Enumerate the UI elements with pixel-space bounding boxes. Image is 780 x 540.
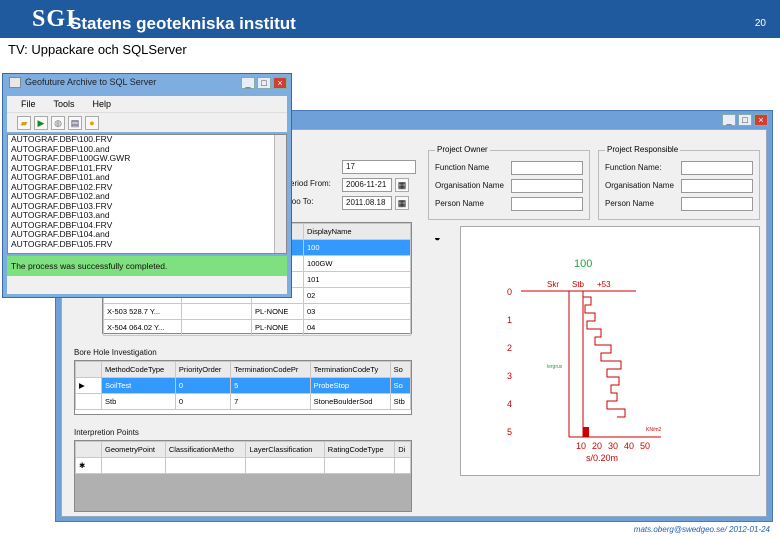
column-header[interactable]: MethodCodeType (101, 361, 176, 378)
new-row-asterisk-icon: ✱ (75, 457, 102, 474)
investigation-title: Bore Hole Investigation (74, 348, 157, 357)
minimize-button[interactable]: _ (241, 77, 255, 89)
toolbar: ▰ ▶ ◍ ▤ ● (7, 112, 287, 132)
minimize-button[interactable]: _ (722, 114, 736, 126)
depth-label: 2 (507, 343, 512, 353)
owner-person-field[interactable] (511, 197, 583, 211)
new-row[interactable]: ✱ (75, 457, 411, 474)
plot-svg: 100 Skr Stb +53 lergrus 0 1 2 3 4 5 10 2… (507, 258, 662, 463)
table-icon[interactable]: ▤ (68, 115, 82, 130)
depth-label: 1 (507, 315, 512, 325)
owner-person-label: Person Name (435, 199, 484, 208)
period-from-label: eriod From: (290, 179, 331, 188)
resp-function-label: Function Name: (605, 163, 662, 172)
column-header[interactable]: Di (394, 441, 411, 458)
status-message: The process was successfully completed. (7, 256, 287, 276)
investigation-grid[interactable]: MethodCodeType PriorityOrder Termination… (74, 360, 412, 415)
owner-organisation-label: Organisation Name (435, 181, 504, 190)
page-number: 20 (754, 18, 766, 29)
depth-label: 3 (507, 371, 512, 381)
menu-file[interactable]: File (21, 99, 36, 109)
legend: KN/m2 (646, 427, 662, 433)
column-header[interactable]: RatingCodeType (323, 441, 396, 458)
project-responsible-group: Project Responsible Function Name: Organ… (598, 145, 760, 220)
column-header[interactable]: TerminationCodePr (230, 361, 311, 378)
stop-icon[interactable]: ◍ (51, 115, 65, 130)
column-header[interactable]: DisplayName (303, 223, 411, 240)
x-tick: 40 (624, 441, 634, 451)
table-row[interactable]: X-504 064.02 Y... PL-NONE 04 (103, 319, 411, 336)
id-field[interactable]: 17 (342, 160, 416, 174)
column-header[interactable]: LayerClassification (245, 441, 325, 458)
depth-label: 4 (507, 399, 512, 409)
col-label: +53 (597, 280, 611, 289)
open-folder-icon[interactable]: ▰ (17, 115, 31, 130)
owner-function-field[interactable] (511, 161, 583, 175)
column-header[interactable]: GeometryPoint (101, 441, 166, 458)
owner-function-label: Function Name (435, 163, 490, 172)
row-header-cell (75, 361, 102, 378)
footer-email-date: mats.oberg@swedgeo.se/ 2012-01-24 (633, 525, 770, 534)
close-button[interactable]: × (273, 77, 287, 89)
period-to-label: ioo To: (290, 197, 314, 206)
owner-organisation-field[interactable] (511, 179, 583, 193)
play-icon[interactable]: ▶ (34, 115, 48, 130)
depth-label: 0 (507, 287, 512, 297)
depth-label: 5 (507, 427, 512, 437)
resp-person-label: Person Name (605, 199, 654, 208)
window-bottom (7, 276, 287, 294)
database-icon[interactable]: ● (85, 115, 99, 130)
geofuture-archive-window: Geofuture Archive to SQL Server _ □ × Fi… (2, 73, 292, 298)
file-list[interactable]: AUTOGRAF.DBF\100.FRV AUTOGRAF.DBF\100.an… (7, 134, 287, 254)
menu-bar: File Tools Help (7, 96, 287, 112)
group-title: Project Responsible (605, 145, 681, 154)
close-button[interactable]: × (754, 114, 768, 126)
row-selector-arrow-icon: ▶ (75, 377, 102, 394)
resp-function-field[interactable] (681, 161, 753, 175)
column-header[interactable]: ClassificationMetho (164, 441, 247, 458)
resp-organisation-field[interactable] (681, 179, 753, 193)
calendar-icon[interactable]: ▦ (395, 196, 409, 210)
window-title: Geofuture Archive to SQL Server (25, 77, 157, 87)
side-note: lergrus (547, 364, 563, 370)
calendar-icon[interactable]: ▦ (395, 178, 409, 192)
interpretation-grid[interactable]: GeometryPoint ClassificationMetho LayerC… (74, 440, 412, 512)
maximize-button[interactable]: □ (257, 77, 271, 89)
resp-organisation-label: Organisation Name (605, 181, 674, 190)
table-row[interactable]: ▶ SoilTest 0 5 ProbeStop So (75, 377, 412, 394)
x-tick: 10 (576, 441, 586, 451)
sounding-plot: 100 Skr Stb +53 lergrus 0 1 2 3 4 5 10 2… (460, 226, 760, 476)
vertical-scrollbar[interactable] (274, 135, 286, 253)
column-header[interactable]: PriorityOrder (174, 361, 232, 378)
interpretation-title: Interpretion Points (74, 428, 139, 437)
probe-icon[interactable]: ◒ (434, 232, 441, 244)
x-axis-label: s/0.20m (586, 453, 618, 463)
table-row[interactable]: Stb 0 7 StoneBoulderSod Stb (75, 393, 412, 410)
menu-help[interactable]: Help (93, 99, 112, 109)
header-band: SGI Statens geotekniska institut 20 (0, 0, 780, 38)
col-label: Skr (547, 280, 559, 289)
column-header[interactable]: So (389, 361, 412, 378)
group-title: Project Owner (435, 145, 490, 154)
x-tick: 50 (640, 441, 650, 451)
period-to-field[interactable]: 2011.08.18 (342, 196, 392, 210)
list-item[interactable]: AUTOGRAF.DBF\105.FRV (8, 239, 286, 250)
menu-tools[interactable]: Tools (54, 99, 75, 109)
maximize-button[interactable]: □ (738, 114, 752, 126)
resp-person-field[interactable] (681, 197, 753, 211)
app-icon (9, 77, 21, 88)
col-label: Stb (572, 280, 585, 289)
period-from-field[interactable]: 2006-11-21 (342, 178, 392, 192)
x-tick: 20 (592, 441, 602, 451)
slide-title: TV: Uppackare och SQLServer (8, 42, 187, 57)
point-label: 100 (574, 258, 592, 270)
org-name: Statens geotekniska institut (70, 14, 296, 33)
table-row[interactable]: X-503 528.7 Y... PL-NONE 03 (103, 303, 411, 320)
project-owner-group: Project Owner Function Name Organisation… (428, 145, 590, 220)
x-tick: 30 (608, 441, 618, 451)
column-header[interactable]: TerminationCodeTy (309, 361, 391, 378)
